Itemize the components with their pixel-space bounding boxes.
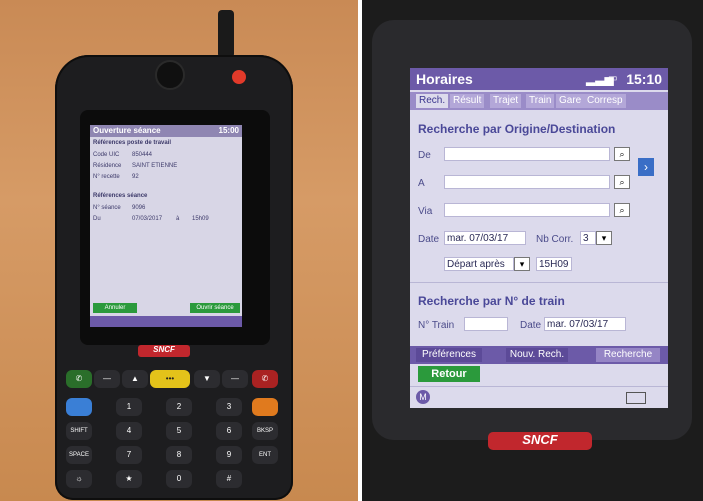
new-search-button[interactable]: Nouv. Rech. xyxy=(506,348,568,362)
end-call-key[interactable]: ✆ xyxy=(252,370,278,388)
left-row-value: 9096 xyxy=(132,205,146,211)
space-key[interactable]: SPACE xyxy=(66,446,92,464)
left-screen-title: Ouverture séance xyxy=(93,126,161,135)
star-key[interactable]: ★ xyxy=(116,470,142,488)
left-clock: 15:00 xyxy=(218,126,239,135)
blue-key[interactable] xyxy=(66,398,92,416)
left-soft-key[interactable]: — xyxy=(94,370,120,388)
de-label: De xyxy=(418,150,431,161)
ntrain-label: N° Train xyxy=(418,320,455,331)
key-8[interactable]: 8 xyxy=(166,446,192,464)
key-4[interactable]: 4 xyxy=(116,422,142,440)
hash-key[interactable]: # xyxy=(216,470,242,488)
tab-bar: Rech. Résult Trajet Train Gare Corresp xyxy=(410,92,668,110)
divider xyxy=(410,282,668,283)
left-row-value: 07/03/2017 xyxy=(132,216,163,222)
tab-train[interactable]: Train xyxy=(526,94,555,108)
cancel-button[interactable]: Annuler xyxy=(93,303,137,313)
call-key[interactable]: ✆ xyxy=(66,370,92,388)
battery-icon: ▭ xyxy=(608,73,618,84)
key-7[interactable]: 7 xyxy=(116,446,142,464)
left-screen: Ouverture séance 15:00 Références poste … xyxy=(90,125,242,327)
key-9[interactable]: 9 xyxy=(216,446,242,464)
back-button[interactable]: Retour xyxy=(418,366,480,382)
key-6[interactable]: 6 xyxy=(216,422,242,440)
keypad: ✆ — ▲ ••• ▼ — ✆ 1 2 3 SHIFT 4 5 6 BKSP S… xyxy=(60,370,288,495)
shift-key[interactable]: SHIFT xyxy=(66,422,92,440)
chevron-down-icon[interactable]: ▾ xyxy=(596,231,612,245)
right-title-bar: Horaires ▂▃▅ ▭ 15:10 xyxy=(410,68,668,90)
left-sncf-logo: SNCF xyxy=(138,345,190,357)
right-sncf-logo: SNCF xyxy=(488,432,592,450)
left-row-value: 850444 xyxy=(132,152,153,158)
section-train-number-title: Recherche par N° de train xyxy=(418,294,565,308)
right-bottom-bar: M xyxy=(410,386,668,408)
key-0[interactable]: 0 xyxy=(166,470,192,488)
right-clock: 15:10 xyxy=(626,71,662,87)
nav-up-right-key[interactable]: ▼ xyxy=(194,370,220,388)
center-key[interactable]: ••• xyxy=(150,370,190,388)
left-row-value: 92 xyxy=(132,174,139,180)
tab-rech[interactable]: Rech. xyxy=(416,94,449,108)
camera xyxy=(155,60,185,90)
action-bar: Préférences Nouv. Rech. Recherche xyxy=(410,346,668,364)
nbcorr-select[interactable]: 3 xyxy=(580,231,596,245)
ntrain-input[interactable] xyxy=(464,317,508,331)
date2-input[interactable]: mar. 07/03/17 xyxy=(544,317,626,331)
a-label: A xyxy=(418,178,425,189)
section-origin-destination-title: Recherche par Origine/Destination xyxy=(418,122,616,136)
date2-label: Date xyxy=(520,320,542,331)
nbcorr-label: Nb Corr. xyxy=(536,234,574,245)
ent-key[interactable]: ENT xyxy=(252,446,278,464)
right-screen: Horaires ▂▃▅ ▭ 15:10 Rech. Résult Trajet… xyxy=(410,68,668,408)
key-5[interactable]: 5 xyxy=(166,422,192,440)
date-label: Date xyxy=(418,234,440,245)
bksp-key[interactable]: BKSP xyxy=(252,422,278,440)
orange-key[interactable] xyxy=(252,398,278,416)
left-section1-title: Références poste de travail xyxy=(93,140,172,146)
chevron-right-icon[interactable]: › xyxy=(638,158,654,176)
search-button[interactable]: Recherche xyxy=(596,348,660,362)
left-row-label: Résidence xyxy=(93,163,122,169)
left-title-bar: Ouverture séance 15:00 xyxy=(90,125,242,137)
left-row-value: SAINT ETIENNE xyxy=(132,163,178,169)
nav-up-left-key[interactable]: ▲ xyxy=(122,370,148,388)
tab-result[interactable]: Résult xyxy=(450,94,485,108)
tab-trajet[interactable]: Trajet xyxy=(490,94,522,108)
key-3[interactable]: 3 xyxy=(216,398,242,416)
de-input[interactable] xyxy=(444,147,610,161)
key-2[interactable]: 2 xyxy=(166,398,192,416)
date-input[interactable]: mar. 07/03/17 xyxy=(444,231,526,245)
search-icon[interactable]: ⌕ xyxy=(614,203,630,217)
left-row-label: Code UIC xyxy=(93,152,120,158)
left-photo: Ouverture séance 15:00 Références poste … xyxy=(0,0,358,501)
left-row-label: N° recette xyxy=(93,174,120,180)
via-input[interactable] xyxy=(444,203,610,217)
left-section2-title: Références séance xyxy=(93,193,148,199)
search-icon[interactable]: ⌕ xyxy=(614,147,630,161)
antenna xyxy=(218,10,234,58)
right-app-title: Horaires xyxy=(416,71,473,87)
left-bottom-bar xyxy=(90,316,242,327)
open-session-button[interactable]: Ouvrir séance xyxy=(190,303,240,313)
left-du-a: à xyxy=(176,216,180,222)
menu-icon[interactable]: M xyxy=(416,390,430,404)
right-soft-key[interactable]: — xyxy=(222,370,248,388)
tab-gare[interactable]: Gare xyxy=(556,94,585,108)
search-icon[interactable]: ⌕ xyxy=(614,175,630,189)
a-input[interactable] xyxy=(444,175,610,189)
via-label: Via xyxy=(418,206,433,217)
chevron-down-icon[interactable]: ▾ xyxy=(514,257,530,271)
left-du-time: 15h09 xyxy=(192,216,209,222)
brightness-key[interactable]: ☼ xyxy=(66,470,92,488)
keyboard-icon[interactable] xyxy=(626,392,646,404)
left-row-label: N° séance xyxy=(93,205,121,211)
depart-select[interactable]: Départ après xyxy=(444,257,514,271)
power-led xyxy=(232,70,246,84)
time-input[interactable]: 15H09 xyxy=(536,257,572,271)
tab-corresp[interactable]: Corresp xyxy=(584,94,626,108)
key-1[interactable]: 1 xyxy=(116,398,142,416)
preferences-button[interactable]: Préférences xyxy=(416,348,482,362)
left-row-label: Du xyxy=(93,216,101,222)
